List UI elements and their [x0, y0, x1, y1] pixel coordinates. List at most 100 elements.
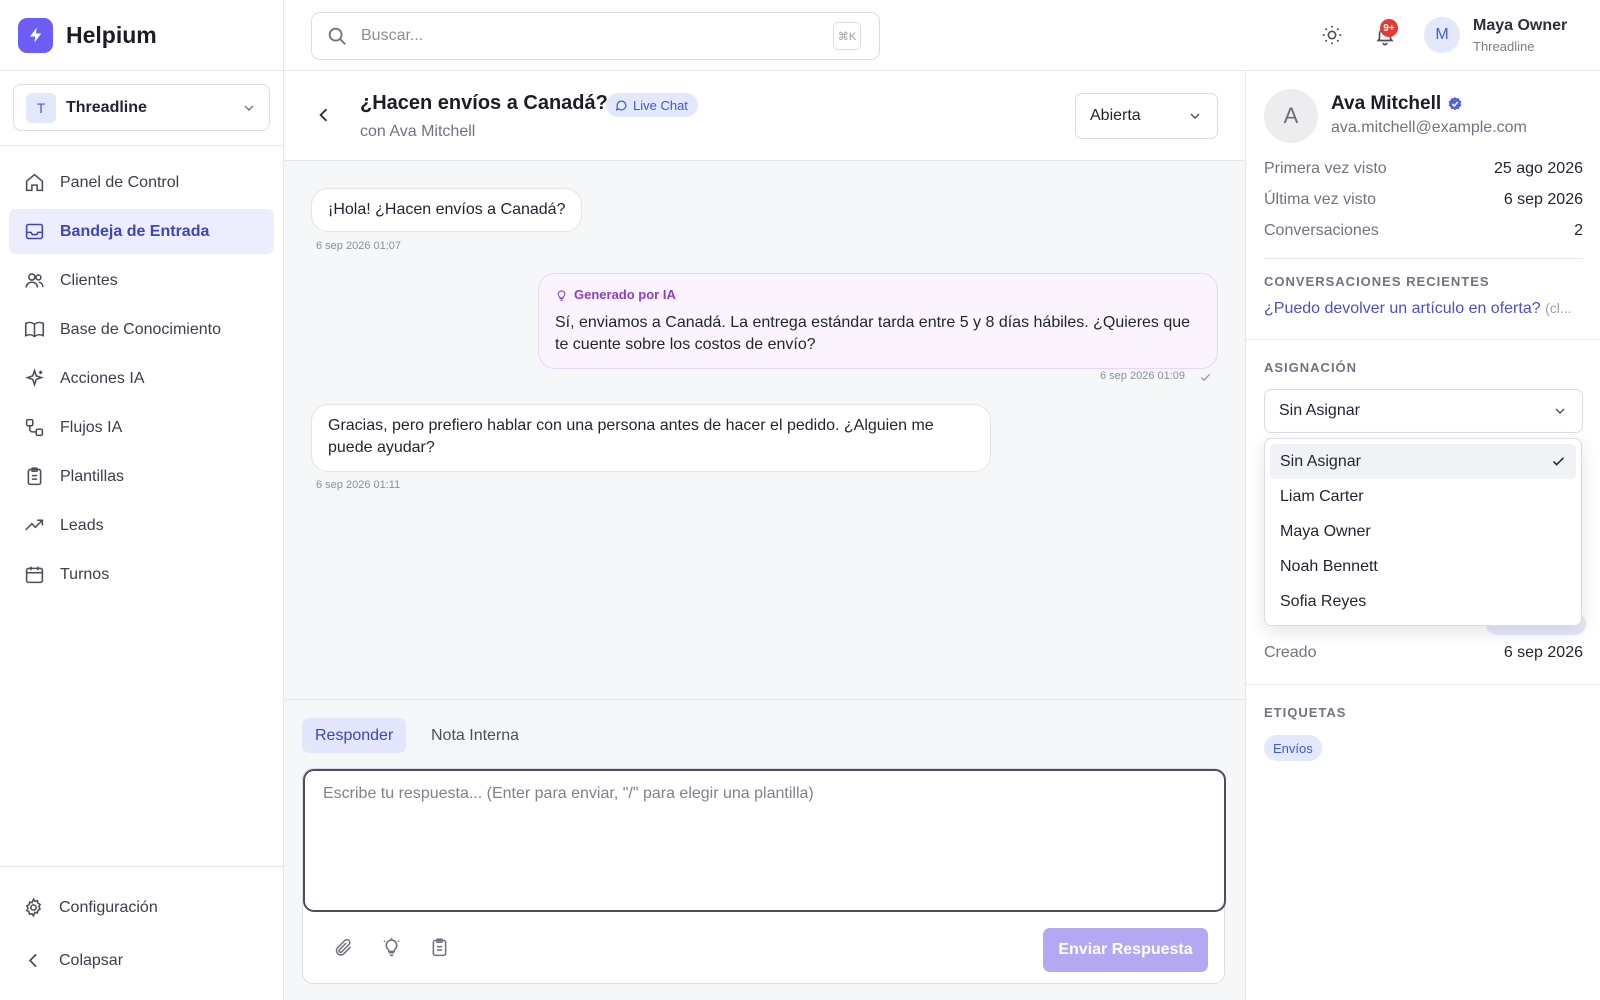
- divider: [1246, 339, 1600, 340]
- assignment-heading: ASIGNACIÓN: [1264, 360, 1358, 375]
- tab-reply[interactable]: Responder: [302, 718, 407, 753]
- nav-label: Flujos IA: [60, 418, 123, 436]
- tags-heading: ETIQUETAS: [1264, 705, 1347, 720]
- search-input[interactable]: [361, 27, 801, 45]
- first-seen-label: Primera vez visto: [1264, 160, 1387, 177]
- composer-box: Enviar Respuesta: [302, 768, 1226, 984]
- avatar: A: [1264, 89, 1318, 143]
- message-timestamp: 6 sep 2026 01:07: [316, 240, 402, 252]
- ai-tag-label: Generado por IA: [574, 287, 676, 302]
- contact-name: Ava Mitchell: [1331, 93, 1463, 115]
- user-org: Threadline: [1473, 39, 1535, 54]
- search-icon: [326, 25, 348, 47]
- lightbulb-icon: [555, 289, 568, 302]
- channel-badge: Live Chat: [606, 93, 698, 117]
- recent-conversation-meta: (cl...: [1545, 300, 1572, 316]
- send-reply-button[interactable]: Enviar Respuesta: [1043, 928, 1208, 972]
- user-name[interactable]: Maya Owner: [1473, 17, 1567, 35]
- option-label: Maya Owner: [1280, 522, 1371, 540]
- reply-composer: Responder Nota Interna Enviar Respuesta: [284, 699, 1245, 1000]
- top-bar: ⌘K: [284, 0, 1600, 71]
- nav-item-ai-flows[interactable]: Flujos IA: [9, 405, 274, 450]
- conversations-row: Conversaciones 2: [1264, 222, 1583, 240]
- settings-button[interactable]: Configuración: [9, 885, 284, 930]
- workspace-switcher[interactable]: T Threadline: [13, 84, 270, 131]
- assignee-select[interactable]: Sin Asignar: [1264, 389, 1583, 433]
- notification-badge: 9+: [1380, 19, 1398, 37]
- first-seen-row: Primera vez visto 25 ago 2026: [1264, 160, 1583, 178]
- gear-icon: [23, 897, 44, 918]
- nav-label: Bandeja de Entrada: [60, 222, 210, 240]
- trending-up-icon: [23, 515, 45, 537]
- message-bubble: ¡Hola! ¿Hacen envíos a Canadá?: [311, 188, 583, 232]
- option-label: Sofia Reyes: [1280, 592, 1367, 610]
- message-timestamp: 6 sep 2026 01:09: [1100, 370, 1186, 382]
- shortcut-hint: ⌘K: [833, 22, 861, 50]
- created-label: Creado: [1264, 644, 1317, 661]
- recent-conversation-link[interactable]: ¿Puedo devolver un artículo en oferta? (…: [1264, 300, 1583, 318]
- option-label: Liam Carter: [1280, 487, 1364, 505]
- nav-item-templates[interactable]: Plantillas: [9, 454, 274, 499]
- calendar-icon: [23, 564, 45, 586]
- main-nav: Panel de Control Bandeja de Entrada Clie…: [0, 146, 283, 597]
- first-seen-value: 25 ago 2026: [1494, 160, 1583, 177]
- message-thread: ¡Hola! ¿Hacen envíos a Canadá? 6 sep 202…: [284, 161, 1245, 699]
- nav-label: Base de Conocimiento: [60, 320, 221, 338]
- collapse-label: Colapsar: [59, 951, 124, 969]
- paperclip-icon: [333, 937, 354, 958]
- nav-item-dashboard[interactable]: Panel de Control: [9, 160, 274, 205]
- assignee-option[interactable]: Sofia Reyes: [1270, 584, 1576, 619]
- conversations-label: Conversaciones: [1264, 222, 1379, 239]
- attach-button[interactable]: [331, 935, 355, 959]
- nav-item-leads[interactable]: Leads: [9, 503, 274, 548]
- verified-badge-icon: [1447, 96, 1463, 112]
- sidebar-footer: Configuración Colapsar: [0, 866, 284, 1000]
- recent-conversation-title: ¿Puedo devolver un artículo en oferta?: [1264, 300, 1541, 317]
- conversations-count: 2: [1574, 222, 1583, 239]
- search-box[interactable]: ⌘K: [311, 12, 880, 60]
- back-button[interactable]: [312, 103, 336, 127]
- tag-chip[interactable]: Envíos: [1264, 735, 1322, 761]
- nav-item-ai-actions[interactable]: Acciones IA: [9, 356, 274, 401]
- sun-icon: [1321, 24, 1343, 46]
- assignee-option[interactable]: Sin Asignar: [1270, 444, 1576, 479]
- page-title: ¿Hacen envíos a Canadá?: [360, 92, 608, 114]
- assignee-option[interactable]: Maya Owner: [1270, 514, 1576, 549]
- assignee-option[interactable]: Noah Bennett: [1270, 549, 1576, 584]
- chevron-left-icon: [314, 105, 334, 125]
- nav-item-knowledge-base[interactable]: Base de Conocimiento: [9, 307, 274, 352]
- chevron-down-icon: [1552, 403, 1568, 419]
- status-select[interactable]: Abierta: [1075, 93, 1218, 139]
- nav-label: Turnos: [60, 565, 110, 583]
- settings-label: Configuración: [59, 898, 158, 916]
- workspace-avatar: T: [26, 92, 56, 123]
- clipboard-icon: [429, 937, 450, 958]
- nav-label: Panel de Control: [60, 173, 180, 191]
- channel-label: Live Chat: [633, 97, 688, 113]
- divider: [1246, 684, 1600, 685]
- inbox-icon: [23, 221, 45, 243]
- nav-item-customers[interactable]: Clientes: [9, 258, 274, 303]
- templates-button[interactable]: [427, 935, 451, 959]
- chevron-left-icon: [23, 950, 44, 971]
- collapse-button[interactable]: Colapsar: [9, 938, 284, 983]
- lightning-logo-icon: [18, 17, 53, 53]
- ai-tag: Generado por IA: [555, 284, 1201, 306]
- avatar[interactable]: M: [1424, 17, 1460, 53]
- nav-label: Clientes: [60, 271, 118, 289]
- ai-suggest-button[interactable]: [379, 935, 403, 959]
- tab-internal-note[interactable]: Nota Interna: [418, 718, 532, 753]
- created-value: 6 sep 2026: [1503, 644, 1583, 661]
- reply-input[interactable]: [303, 769, 1226, 912]
- nav-item-shifts[interactable]: Turnos: [9, 552, 274, 597]
- users-icon: [23, 270, 45, 292]
- message-text: ¡Hola! ¿Hacen envíos a Canadá?: [328, 201, 566, 218]
- nav-label: Leads: [60, 516, 104, 534]
- theme-toggle-button[interactable]: [1318, 21, 1346, 49]
- assignee-option[interactable]: Liam Carter: [1270, 479, 1576, 514]
- nav-item-inbox[interactable]: Bandeja de Entrada: [9, 209, 274, 254]
- workspace-name: Threadline: [66, 98, 147, 116]
- status-value: Abierta: [1090, 107, 1141, 124]
- workflow-icon: [23, 417, 45, 439]
- nav-label: Plantillas: [60, 467, 125, 485]
